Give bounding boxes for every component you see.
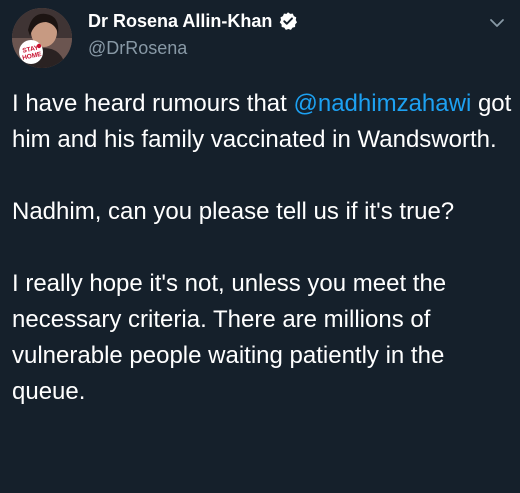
tweet-paragraph-2: Nadhim, can you please tell us if it's t… (12, 198, 455, 225)
avatar[interactable]: STAY HOME (12, 8, 72, 68)
mention-link[interactable]: @nadhimzahawi (293, 90, 471, 117)
chevron-down-icon[interactable] (486, 12, 508, 34)
tweet-paragraph-3: I really hope it's not, unless you meet … (12, 270, 447, 405)
display-name[interactable]: Dr Rosena Allin-Khan (88, 11, 272, 32)
text-segment: I have heard rumours that (12, 90, 294, 117)
tweet-text: I have heard rumours that @nadhimzahawi … (12, 86, 512, 410)
tweet-header: Dr Rosena Allin-Khan @DrRosena (88, 8, 298, 59)
tweet-paragraph-1: I have heard rumours that @nadhimzahawi … (12, 86, 512, 158)
user-handle[interactable]: @DrRosena (88, 38, 298, 59)
verified-badge-icon (278, 11, 298, 31)
avatar-image: STAY HOME (12, 8, 72, 68)
name-row: Dr Rosena Allin-Khan (88, 8, 298, 34)
tweet-card: STAY HOME Dr Rosena Allin-Khan @DrRosena… (0, 0, 520, 493)
